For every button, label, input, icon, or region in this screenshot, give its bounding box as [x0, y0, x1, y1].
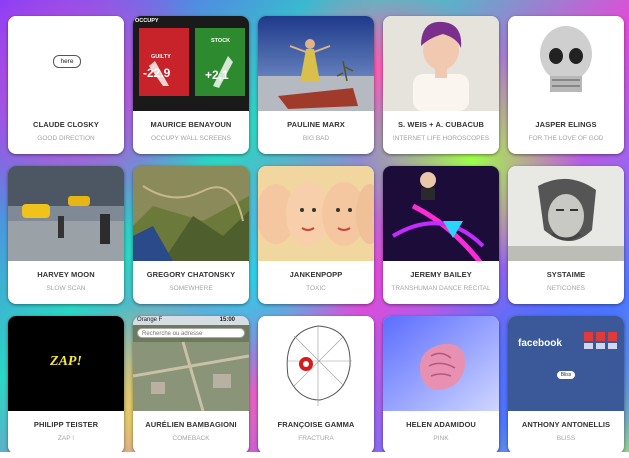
artwork-card[interactable]: facebook Bliss ANTHONY ANTONELLIS BLISS [508, 316, 624, 454]
bottom-strip [0, 452, 629, 458]
work-title: NETICONES [547, 285, 585, 292]
artwork-thumbnail[interactable] [8, 166, 124, 261]
artist-name: JASPER ELINGS [535, 120, 597, 129]
artwork-thumbnail[interactable]: here [8, 16, 124, 111]
stock-left-label: GUILTY [151, 54, 171, 60]
work-title: SLOW SCAN [46, 285, 86, 292]
artwork-thumbnail[interactable] [258, 316, 374, 411]
work-title: COMEBACK [172, 435, 210, 442]
work-title: ZAP ! [57, 435, 75, 442]
work-title: BLISS [556, 435, 576, 442]
artwork-card[interactable]: HARVEY MOON SLOW SCAN [8, 166, 124, 304]
artist-name: JANKENPOPP [289, 270, 343, 279]
artwork-card[interactable]: JASPER ELINGS FOR THE LOVE OF GOD [508, 16, 624, 154]
artwork-card[interactable]: ZAP! PHILIPP TEISTER ZAP ! [8, 316, 124, 454]
work-title: TRANSHUMAN DANCE RECITAL [391, 285, 491, 292]
artist-name: PAULINE MARX [287, 120, 345, 129]
artwork-thumbnail[interactable]: facebook Bliss [508, 316, 624, 411]
work-title: FRACTURA [298, 435, 334, 442]
artwork-card[interactable]: GREGORY CHATONSKY SOMEWHERE [133, 166, 249, 304]
stock-right-label: STOCK [211, 38, 231, 44]
stock-header: OCCUPY [135, 18, 159, 24]
work-title: TOXIC [306, 285, 326, 292]
artist-name: S. WEIS + A. CUBACUB [397, 120, 485, 129]
artwork-card[interactable]: OCCUPY GUILTY -22.9 STOCK +2,1 MAURICE BENAYO… [133, 16, 249, 154]
artist-name: JEREMY BAILEY [410, 270, 472, 279]
artist-name: MAURICE BENAYOUN [150, 120, 232, 129]
artwork-card[interactable]: here CLAUDE CLOSKY GOOD DIRECTION [8, 16, 124, 154]
artwork-thumbnail[interactable] [258, 16, 374, 111]
work-title: GOOD DIRECTION [37, 135, 95, 142]
here-button[interactable]: here [53, 55, 81, 68]
artwork-card[interactable]: SYSTAIME NETICONES [508, 166, 624, 304]
artist-name: FRANÇOISE GAMMA [277, 420, 355, 429]
artwork-thumbnail[interactable]: ZAP! [8, 316, 124, 411]
artist-name: ANTHONY ANTONELLIS [521, 420, 611, 429]
artwork-card[interactable]: HELEN ADAMIDOU PINK [383, 316, 499, 454]
work-title: INTERNET LIFE HOROSCOPES [392, 135, 490, 142]
facebook-logo-text: facebook [518, 338, 562, 349]
work-title: PINK [433, 435, 449, 442]
artwork-card[interactable]: FRANÇOISE GAMMA FRACTURA [258, 316, 374, 454]
artist-name: HARVEY MOON [37, 270, 95, 279]
artwork-thumbnail[interactable]: OCCUPY GUILTY -22.9 STOCK +2,1 [133, 16, 249, 111]
artwork-thumbnail[interactable] [383, 166, 499, 261]
artwork-thumbnail[interactable]: Orange F 15:00 Recherche ou adresse [133, 316, 249, 411]
artwork-thumbnail[interactable] [383, 16, 499, 111]
artist-name: CLAUDE CLOSKY [33, 120, 99, 129]
map-search-field[interactable]: Recherche ou adresse [137, 328, 245, 338]
work-title: FOR THE LOVE OF GOD [528, 135, 604, 142]
artist-name: SYSTAIME [546, 270, 586, 279]
artwork-thumbnail[interactable] [133, 166, 249, 261]
artwork-card[interactable]: Orange F 15:00 Recherche ou adresse AURÉLIE… [133, 316, 249, 454]
work-title: OCCUPY WALL SCREENS [151, 135, 231, 142]
artist-name: AURÉLIEN BAMBAGIONI [145, 420, 237, 429]
carrier-label: Orange F [137, 317, 163, 323]
artwork-card[interactable]: S. WEIS + A. CUBACUB INTERNET LIFE HOROSC… [383, 16, 499, 154]
artwork-grid: here CLAUDE CLOSKY GOOD DIRECTION OCCUPY GUI… [8, 16, 628, 456]
bliss-button[interactable]: Bliss [557, 371, 575, 379]
ios-status-bar: Orange F 15:00 [133, 316, 249, 325]
stock-right-value: +2,1 [205, 68, 229, 82]
artwork-thumbnail[interactable] [508, 16, 624, 111]
artwork-card[interactable]: PAULINE MARX BIG BAD [258, 16, 374, 154]
artwork-card[interactable]: JANKENPOPP TOXIC [258, 166, 374, 304]
artwork-thumbnail[interactable] [383, 316, 499, 411]
clock-label: 15:00 [219, 317, 235, 323]
artwork-thumbnail[interactable] [258, 166, 374, 261]
artist-name: GREGORY CHATONSKY [146, 270, 236, 279]
artist-name: PHILIPP TEISTER [33, 420, 99, 429]
work-title: BIG BAD [302, 135, 330, 142]
stock-left-value: -22.9 [143, 66, 171, 80]
artist-name: HELEN ADAMIDOU [406, 420, 476, 429]
artwork-thumbnail[interactable] [508, 166, 624, 261]
zap-text: ZAP! [50, 354, 82, 369]
artwork-card[interactable]: JEREMY BAILEY TRANSHUMAN DANCE RECITAL [383, 166, 499, 304]
work-title: SOMEWHERE [169, 285, 213, 292]
